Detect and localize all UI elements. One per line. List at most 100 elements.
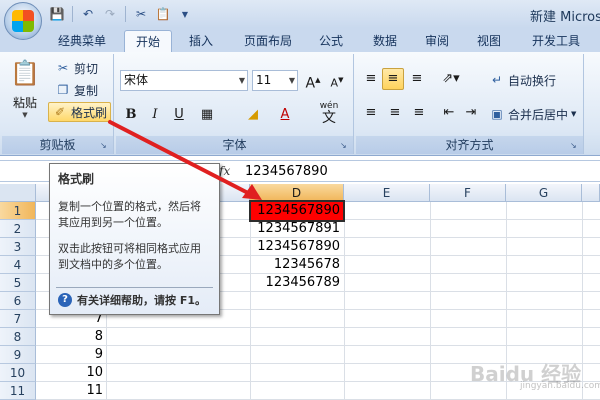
tooltip-line-1: 复制一个位置的格式，然后将其应用到另一个位置。 bbox=[58, 200, 201, 229]
merge-center-label: 合并后居中 bbox=[508, 107, 569, 122]
tab-formulas[interactable]: 公式 bbox=[310, 30, 352, 52]
align-center-icon[interactable]: ≡ bbox=[384, 102, 406, 124]
chevron-down-icon: ▼ bbox=[22, 111, 28, 119]
align-right-icon[interactable]: ≡ bbox=[408, 102, 430, 124]
tooltip-help: ? 有关详细帮助，请按 F1。 bbox=[58, 292, 206, 308]
window-title: 新建 Micros bbox=[530, 10, 600, 25]
tab-home[interactable]: 开始 bbox=[124, 30, 172, 52]
cell-d[interactable]: 1234567890 bbox=[251, 238, 343, 256]
quick-access-toolbar: 💾 ↶ ↷ ✂ 📋 ▼ bbox=[48, 5, 194, 23]
merge-cells-icon: ▣ bbox=[491, 107, 503, 121]
row-header[interactable]: 11 bbox=[0, 382, 36, 400]
cut-button[interactable]: ✂ 剪切 bbox=[52, 58, 101, 78]
font-name-select[interactable]: 宋体 ▼ bbox=[120, 70, 248, 91]
fill-color-icon[interactable]: ◢ bbox=[242, 104, 264, 126]
wrap-text-button[interactable]: ↵ 自动换行 bbox=[486, 70, 559, 90]
shrink-font-button[interactable]: A▼ bbox=[326, 69, 348, 91]
cell-d[interactable] bbox=[251, 382, 343, 400]
underline-button[interactable]: U bbox=[168, 104, 190, 126]
column-header-e[interactable]: E bbox=[344, 184, 430, 202]
tooltip-separator bbox=[56, 287, 213, 288]
gridline bbox=[430, 202, 431, 400]
orientation-icon[interactable]: ⇗▾ bbox=[436, 68, 466, 90]
merge-center-button[interactable]: ▣ 合并后居中 ▼ bbox=[486, 104, 579, 124]
row-header[interactable]: 5 bbox=[0, 274, 36, 292]
dialog-launcher-icon[interactable]: ↘ bbox=[100, 141, 109, 150]
phonetic-button[interactable]: wén 文 bbox=[312, 100, 346, 130]
qat-separator bbox=[72, 6, 73, 22]
tooltip-title: 格式刷 bbox=[58, 172, 95, 186]
format-painter-button[interactable]: ✐ 格式刷 bbox=[48, 102, 112, 122]
cell-d[interactable] bbox=[251, 328, 343, 346]
font-size-value: 11 bbox=[256, 73, 272, 87]
tab-view[interactable]: 视图 bbox=[468, 30, 510, 52]
watermark-url: jingyan.baidu.com bbox=[520, 381, 600, 391]
increase-indent-icon[interactable]: ⇥ bbox=[460, 102, 482, 124]
align-middle-icon[interactable]: ≡ bbox=[382, 68, 404, 90]
qat-separator bbox=[125, 6, 126, 22]
cut-label: 剪切 bbox=[74, 61, 99, 76]
column-header-f[interactable]: F bbox=[430, 184, 506, 202]
cell-d[interactable] bbox=[251, 346, 343, 364]
cell-d[interactable]: 12345678 bbox=[251, 256, 343, 274]
tooltip-body: 复制一个位置的格式，然后将其应用到另一个位置。 双击此按钮可将相同格式应用到文档… bbox=[58, 199, 211, 273]
fx-icon[interactable]: fx bbox=[219, 164, 230, 178]
formula-input[interactable]: 1234567890 bbox=[245, 164, 328, 179]
ribbon: 📋 粘贴 ▼ ✂ 剪切 ❐ 复制 ✐ 格式刷 剪贴板 ↘ 宋体 ▼ 11 ▼ A… bbox=[0, 52, 600, 156]
redo-icon[interactable]: ↷ bbox=[101, 5, 119, 23]
copy-button[interactable]: ❐ 复制 bbox=[52, 80, 101, 100]
tab-review[interactable]: 审阅 bbox=[416, 30, 458, 52]
tab-classic-menu[interactable]: 经典菜单 bbox=[50, 30, 114, 52]
grow-font-label: A bbox=[305, 75, 316, 92]
decrease-indent-icon[interactable]: ⇤ bbox=[438, 102, 460, 124]
tab-insert[interactable]: 插入 bbox=[180, 30, 222, 52]
row-header[interactable]: 1 bbox=[0, 202, 36, 220]
cell-a[interactable]: 9 bbox=[36, 346, 106, 364]
tools-icon[interactable]: ✂ bbox=[132, 5, 150, 23]
row-header[interactable]: 9 bbox=[0, 346, 36, 364]
active-cell-d1[interactable]: 1234567890 bbox=[249, 200, 345, 222]
cell-d[interactable] bbox=[251, 292, 343, 310]
grow-font-button[interactable]: A▲ bbox=[302, 69, 324, 92]
chevron-down-icon: ▼ bbox=[571, 110, 577, 118]
row-header[interactable]: 2 bbox=[0, 220, 36, 238]
row-header[interactable]: 4 bbox=[0, 256, 36, 274]
cell-d[interactable]: 123456789 bbox=[251, 274, 343, 292]
column-header-g[interactable]: G bbox=[506, 184, 582, 202]
row-header[interactable]: 3 bbox=[0, 238, 36, 256]
italic-button[interactable]: I bbox=[144, 104, 166, 126]
row-header[interactable]: 10 bbox=[0, 364, 36, 382]
chevron-down-icon: ▼ bbox=[288, 76, 295, 85]
cell-a[interactable]: 11 bbox=[36, 382, 106, 400]
bold-button[interactable]: B bbox=[120, 104, 142, 126]
font-color-button[interactable]: A bbox=[274, 104, 296, 126]
borders-icon[interactable]: ▦ bbox=[196, 104, 218, 126]
undo-icon[interactable]: ↶ bbox=[79, 5, 97, 23]
dialog-launcher-icon[interactable]: ↘ bbox=[340, 141, 349, 150]
row-header[interactable]: 6 bbox=[0, 292, 36, 310]
qat-dropdown-icon[interactable]: ▼ bbox=[176, 5, 194, 23]
select-all-corner[interactable] bbox=[0, 184, 36, 202]
paste-button[interactable]: 📋 粘贴 ▼ bbox=[6, 58, 44, 122]
cell-a[interactable]: 10 bbox=[36, 364, 106, 382]
column-header-d[interactable]: D bbox=[250, 184, 344, 202]
gridline bbox=[582, 202, 583, 400]
align-bottom-icon[interactable]: ≡ bbox=[406, 68, 428, 90]
cell-d[interactable] bbox=[251, 310, 343, 328]
font-size-select[interactable]: 11 ▼ bbox=[252, 70, 298, 91]
row-header[interactable]: 7 bbox=[0, 310, 36, 328]
tab-developer[interactable]: 开发工具 bbox=[524, 30, 588, 52]
align-left-icon[interactable]: ≡ bbox=[360, 102, 382, 124]
cell-d[interactable] bbox=[251, 364, 343, 382]
align-top-icon[interactable]: ≡ bbox=[360, 68, 382, 90]
row-header[interactable]: 8 bbox=[0, 328, 36, 346]
tab-page-layout[interactable]: 页面布局 bbox=[236, 30, 300, 52]
tab-data[interactable]: 数据 bbox=[364, 30, 406, 52]
cell-d[interactable]: 1234567891 bbox=[251, 220, 343, 238]
paste-icon[interactable]: 📋 bbox=[154, 5, 172, 23]
column-header-h[interactable] bbox=[582, 184, 600, 202]
dialog-launcher-icon[interactable]: ↘ bbox=[570, 141, 579, 150]
office-button[interactable] bbox=[4, 2, 42, 40]
save-icon[interactable]: 💾 bbox=[48, 5, 66, 23]
cell-a[interactable]: 8 bbox=[36, 328, 106, 346]
